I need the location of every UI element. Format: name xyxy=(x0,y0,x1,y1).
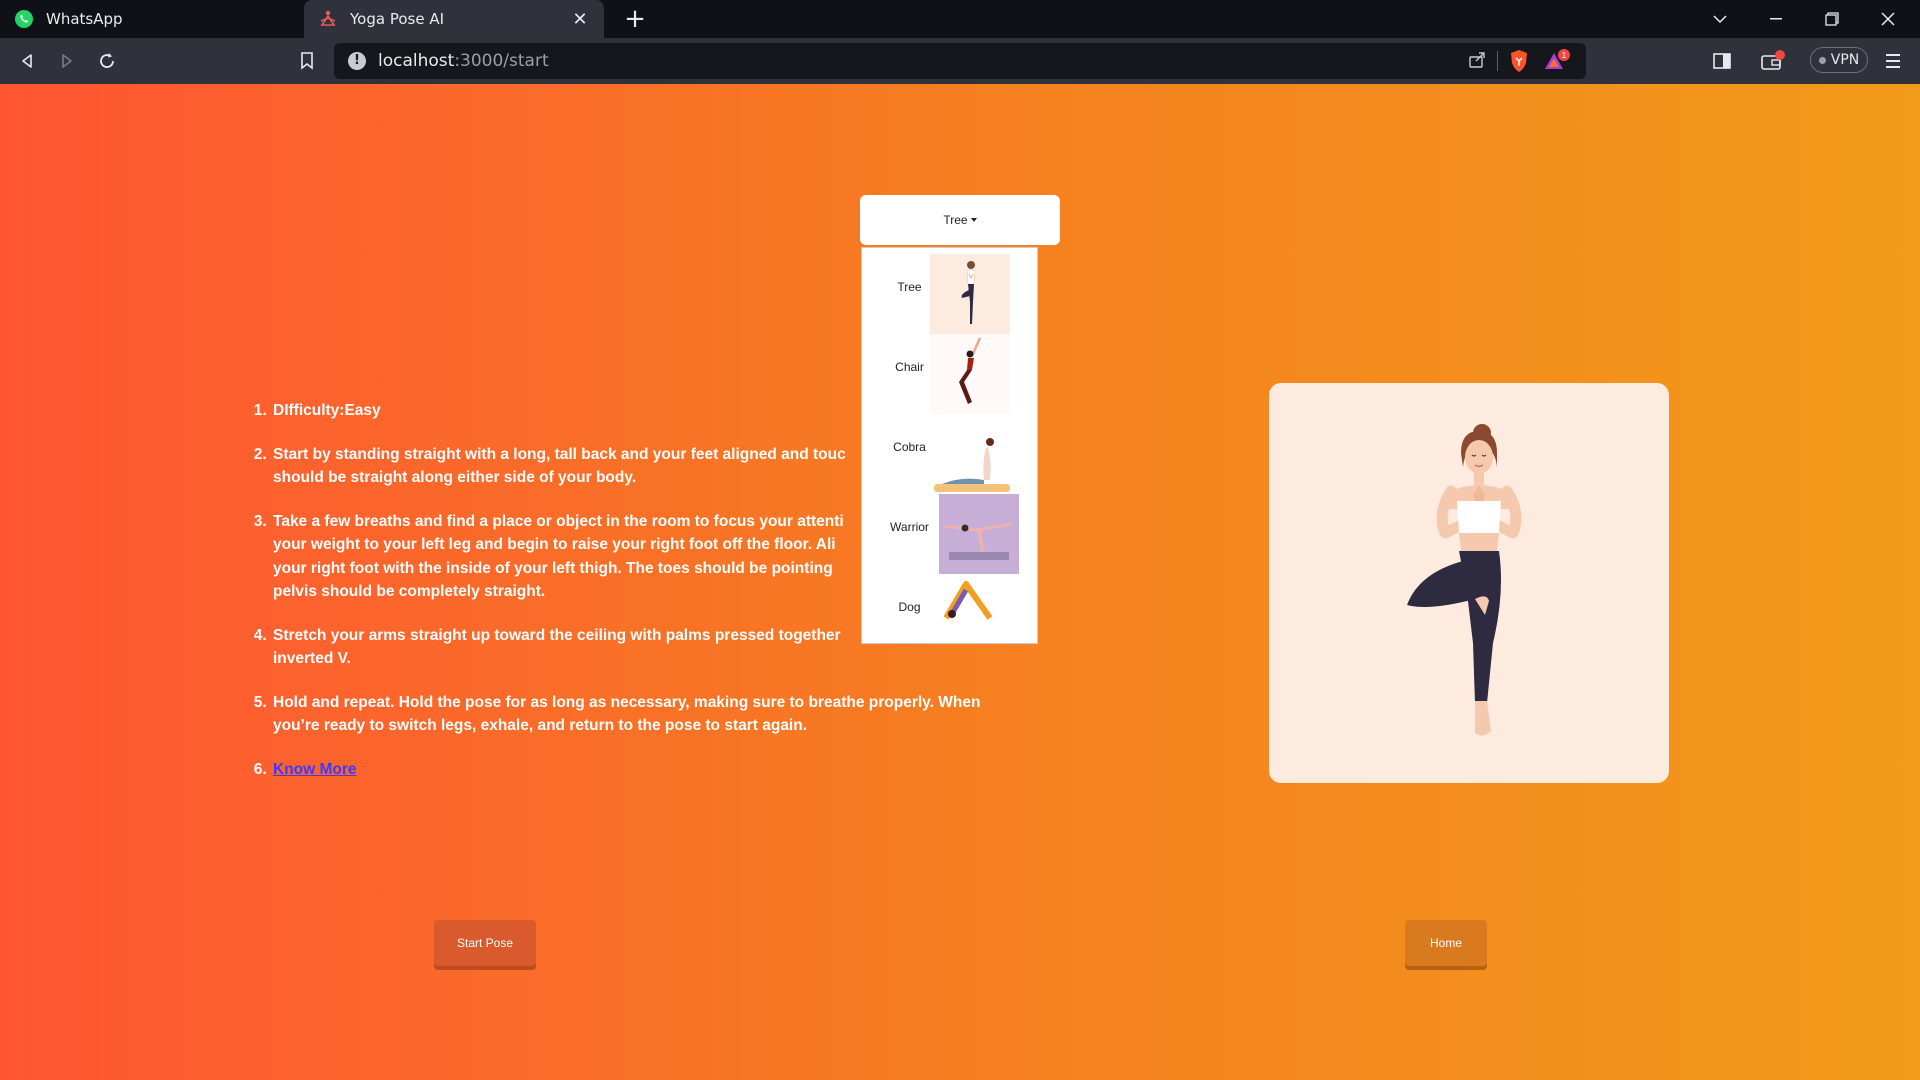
tab-title: Yoga Pose AI xyxy=(350,10,445,28)
brave-rewards-icon[interactable]: 1 xyxy=(1544,49,1572,77)
vpn-label: VPN xyxy=(1830,52,1860,68)
instruction-step: Know More xyxy=(271,758,1031,782)
vpn-button[interactable]: VPN xyxy=(1810,47,1868,73)
yoga-icon xyxy=(318,9,338,29)
home-button[interactable]: Home xyxy=(1405,920,1487,966)
start-pose-button[interactable]: Start Pose xyxy=(434,920,536,966)
pose-dropdown-toggle[interactable]: Tree xyxy=(860,195,1060,245)
reload-icon[interactable] xyxy=(92,46,122,76)
new-tab-button[interactable]: + xyxy=(620,4,650,34)
bookmark-icon[interactable] xyxy=(292,46,322,76)
instruction-step: DIfficulty:Easy xyxy=(271,399,1031,423)
brave-shields-icon[interactable] xyxy=(1508,49,1530,77)
forward-icon[interactable] xyxy=(52,46,82,76)
pose-menu-item-tree[interactable]: Tree xyxy=(862,248,1037,334)
back-icon[interactable] xyxy=(12,46,42,76)
wallet-icon[interactable] xyxy=(1758,46,1788,76)
whatsapp-icon xyxy=(14,9,34,29)
tab-title: WhatsApp xyxy=(46,10,123,28)
tree-pose-illustration xyxy=(1407,424,1522,736)
instruction-step: Start by standing straight with a long, … xyxy=(271,443,1031,490)
instruction-step: Hold and repeat. Hold the pose for as lo… xyxy=(271,691,1031,738)
caret-down-icon xyxy=(970,218,977,222)
instruction-step: Take a few breaths and find a place or o… xyxy=(271,510,1031,604)
window-close-icon[interactable] xyxy=(1860,0,1916,38)
sidebar-icon[interactable] xyxy=(1707,46,1737,76)
url-text[interactable]: localhost:3000/start xyxy=(378,51,549,71)
address-bar[interactable]: ! localhost:3000/start 1 xyxy=(334,43,1586,79)
pose-image-card xyxy=(1269,383,1669,783)
svg-text:1: 1 xyxy=(1562,51,1567,60)
pose-instructions-list: DIfficulty:Easy Start by standing straig… xyxy=(250,399,1031,801)
tree-pose-icon xyxy=(930,254,1010,334)
tab-yoga-pose-ai[interactable]: Yoga Pose AI ✕ xyxy=(304,0,604,38)
pose-menu-item-chair[interactable]: Chair xyxy=(862,328,1037,414)
close-icon[interactable]: ✕ xyxy=(570,9,590,30)
browser-toolbar: ! localhost:3000/start 1 VPN xyxy=(0,38,1920,84)
tab-whatsapp[interactable]: WhatsApp xyxy=(0,0,300,38)
restore-icon[interactable] xyxy=(1804,0,1860,38)
divider xyxy=(1497,51,1498,71)
yoga-start-page: Tree Tree Chair Cobra Warrior Dog 1. DIf… xyxy=(0,84,1920,1080)
minimize-icon[interactable] xyxy=(1748,0,1804,38)
vpn-status-icon xyxy=(1818,56,1826,64)
site-info-icon[interactable]: ! xyxy=(348,52,366,70)
menu-icon[interactable] xyxy=(1878,46,1908,76)
tab-strip: WhatsApp Yoga Pose AI ✕ + xyxy=(0,0,1920,38)
know-more-link[interactable]: Know More xyxy=(273,761,357,778)
share-icon[interactable] xyxy=(1468,51,1486,73)
instruction-step: Stretch your arms straight up toward the… xyxy=(271,624,1031,671)
tab-search-icon[interactable] xyxy=(1692,0,1748,38)
selected-pose-label: Tree xyxy=(943,213,968,227)
